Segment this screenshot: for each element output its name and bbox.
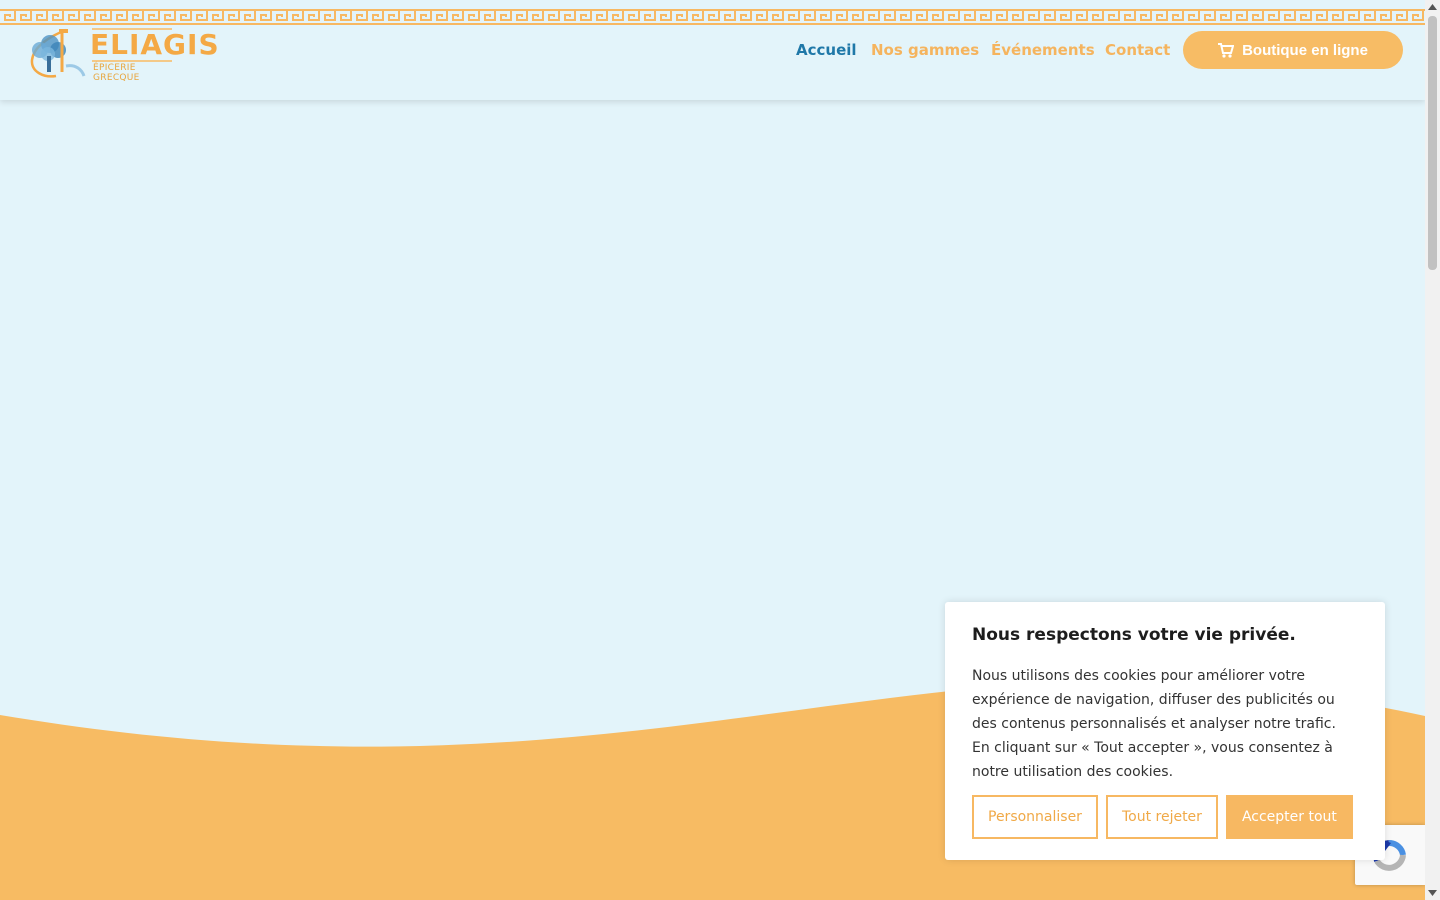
scroll-up-arrow-icon[interactable] xyxy=(1425,0,1440,14)
cart-icon xyxy=(1218,42,1235,58)
cookie-buttons: Personnaliser Tout rejeter Accepter tout xyxy=(972,795,1353,839)
nav-item-accueil[interactable]: Accueil xyxy=(796,38,857,62)
greek-key-border xyxy=(0,9,1425,25)
customize-cookies-button[interactable]: Personnaliser xyxy=(972,795,1098,839)
logo-ornament-line xyxy=(92,60,172,62)
cookie-title: Nous respectons votre vie privée. xyxy=(972,625,1296,645)
brand-name: ELIAGIS xyxy=(90,28,220,61)
olive-tree-icon xyxy=(30,28,86,78)
cookie-description: Nous utilisons des cookies pour améliore… xyxy=(972,668,1336,780)
cookie-consent-dialog: Nous respectons votre vie privée. Nous u… xyxy=(945,602,1385,860)
page: ELIAGIS ÉPICERIE GRECQUE Accueil Nos gam… xyxy=(0,0,1425,900)
site-header: ELIAGIS ÉPICERIE GRECQUE Accueil Nos gam… xyxy=(0,0,1425,100)
brand-logo[interactable]: ELIAGIS ÉPICERIE GRECQUE xyxy=(26,26,219,83)
scroll-down-arrow-icon[interactable] xyxy=(1425,886,1440,900)
brand-tagline: ÉPICERIE GRECQUE xyxy=(93,63,140,83)
accept-all-button[interactable]: Accepter tout xyxy=(1225,795,1353,839)
page-scrollbar[interactable] xyxy=(1425,0,1440,900)
nav-item-contact[interactable]: Contact xyxy=(1105,38,1170,62)
nav-item-nos-gammes[interactable]: Nos gammes xyxy=(871,38,979,62)
reject-all-button[interactable]: Tout rejeter xyxy=(1105,795,1218,839)
shop-online-label: Boutique en ligne xyxy=(1242,41,1368,59)
scrollbar-thumb[interactable] xyxy=(1428,16,1437,270)
nav-item-evenements[interactable]: Événements xyxy=(991,38,1095,62)
shop-online-button[interactable]: Boutique en ligne xyxy=(1183,31,1403,69)
